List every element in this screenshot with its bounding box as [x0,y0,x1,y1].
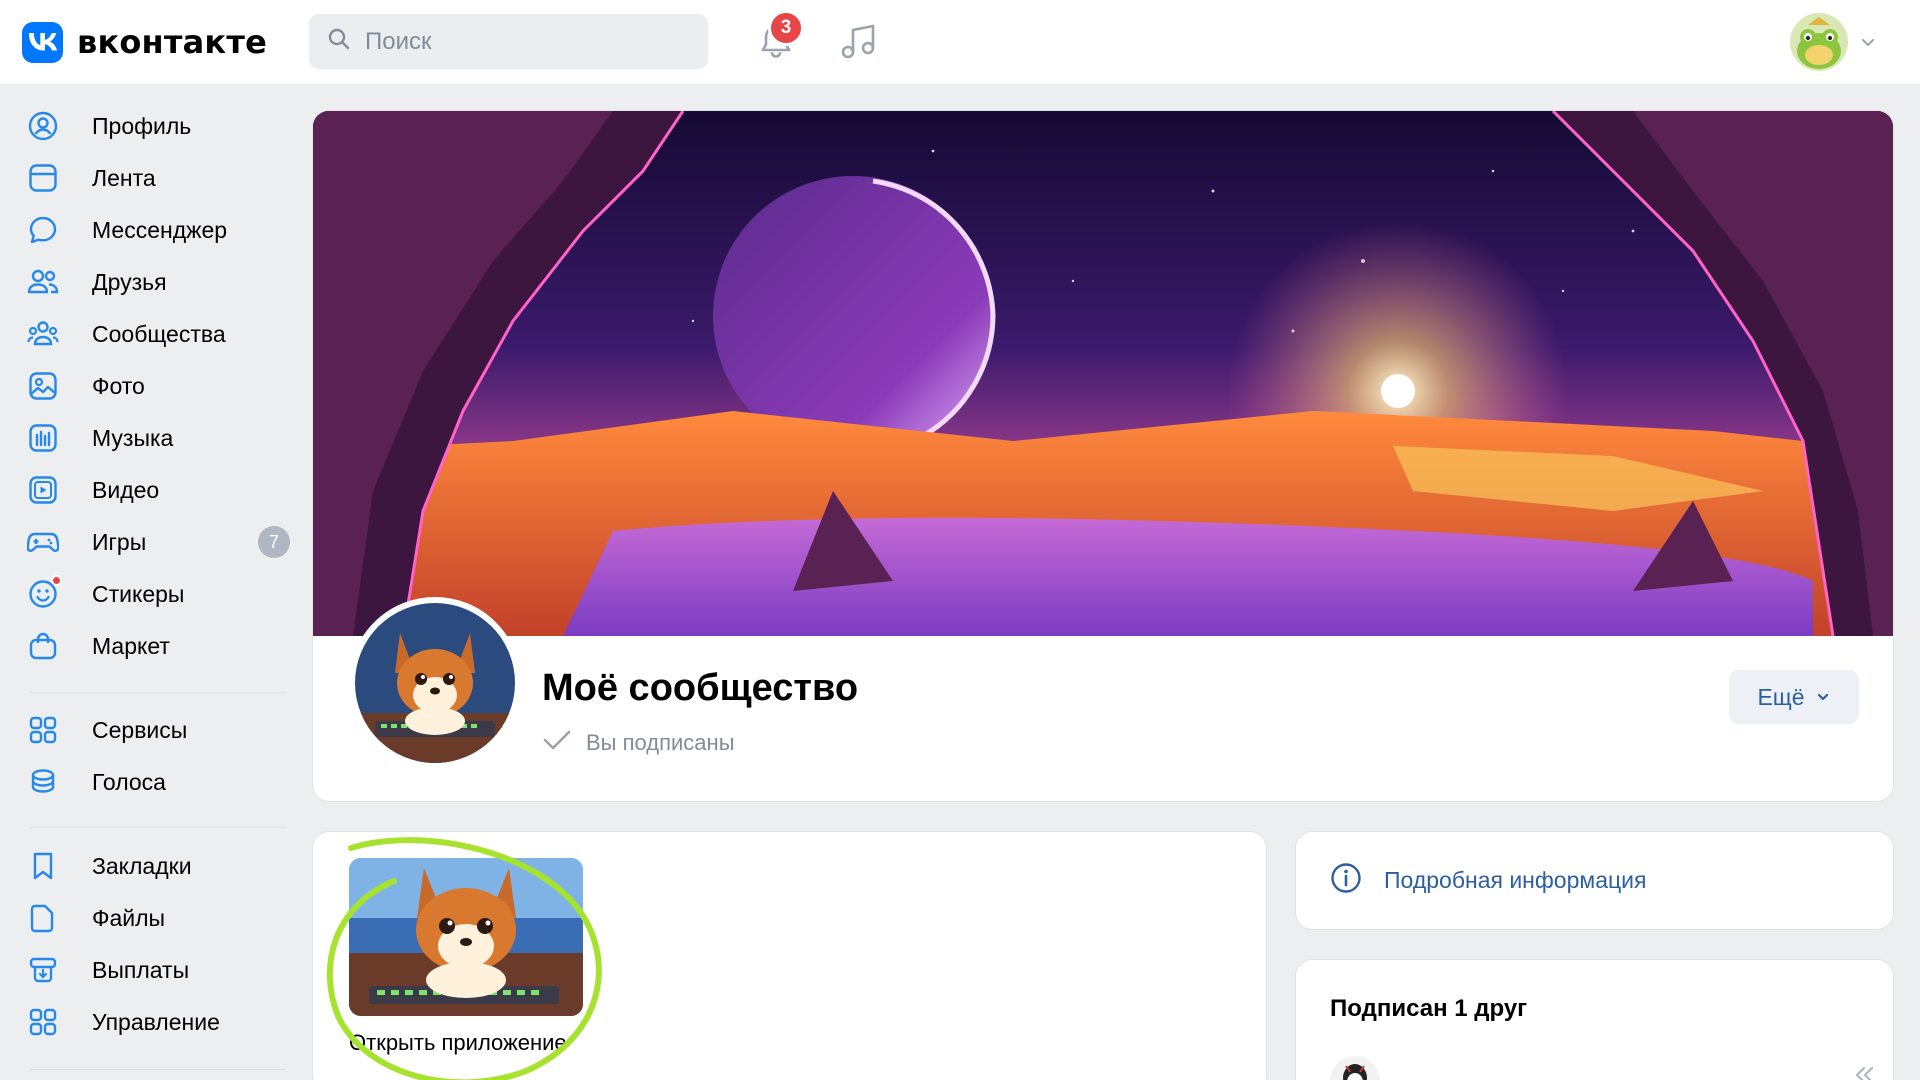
chevron-down-icon [1815,684,1831,711]
friends-icon [26,265,60,299]
checkmark-icon [542,729,572,757]
photo-icon [26,369,60,403]
logo-text: вконтакте [77,23,267,61]
sidebar-divider [30,827,286,828]
community-title: Моё сообщество [542,667,859,709]
info-icon [1330,862,1362,899]
sidebar-item-feed[interactable]: Лента [20,155,294,201]
sidebar-item-music[interactable]: Музыка [20,415,294,461]
sidebar-item-label: Мессенджер [92,216,228,243]
community-app-card: Открыть приложение [313,832,1266,1080]
vk-logo[interactable]: вконтакте [22,21,267,63]
sidebar-item-label: Выплаты [92,956,190,983]
sidebar-item-label: Сообщества [92,320,226,347]
chevron-down-icon[interactable] [1858,32,1878,52]
files-icon [26,901,60,935]
subscription-status-label: Вы подписаны [586,730,735,755]
sidebar-item-label: Музыка [92,424,174,451]
subscription-status[interactable]: Вы подписаны [542,729,735,757]
music-player-icon[interactable] [836,19,882,65]
sidebar-item-label: Закладки [92,852,192,879]
friend-avatar[interactable] [1330,1056,1380,1080]
search-icon [327,27,351,56]
feed-icon [26,161,60,195]
user-avatar[interactable] [1790,13,1848,71]
payouts-icon [26,953,60,987]
community-cover-image [313,111,1893,636]
community-avatar[interactable] [349,597,521,769]
top-bar: вконтакте 3 [0,0,1920,84]
video-icon [26,473,60,507]
sidebar-item-files[interactable]: Файлы [20,895,294,941]
games-count-badge: 7 [258,526,290,558]
sidebar-item-photo[interactable]: Фото [20,363,294,409]
sidebar-item-services[interactable]: Сервисы [20,707,294,753]
sidebar-item-label: Маркет [92,632,170,659]
sidebar-item-label: Друзья [92,268,167,295]
stickers-new-dot [51,575,62,586]
sidebar-item-label: Файлы [92,904,166,931]
sidebar-item-stickers[interactable]: Стикеры [20,571,294,617]
games-icon [26,525,60,559]
sidebar-item-label: Голоса [92,768,166,795]
bookmarks-icon [26,849,60,883]
sidebar-item-label: Профиль [92,112,192,139]
detailed-info-label: Подробная информация [1384,867,1647,893]
sidebar-item-friends[interactable]: Друзья [20,259,294,305]
sidebar-item-label: Управление [92,1008,220,1035]
votes-icon [26,765,60,799]
sidebar-item-label: Видео [92,476,160,503]
sidebar-item-market[interactable]: Маркет [20,623,294,669]
sidebar-item-games[interactable]: Игры 7 [20,519,294,565]
management-icon [26,1005,60,1039]
sidebar-divider [30,692,286,693]
market-icon [26,629,60,663]
sidebar-item-profile[interactable]: Профиль [20,103,294,149]
sidebar-item-payouts[interactable]: Выплаты [20,947,294,993]
music-icon [26,421,60,455]
sidebar-item-label: Игры [92,528,147,555]
more-button-label: Ещё [1757,683,1805,710]
double-chevron-left-icon[interactable] [1848,1060,1878,1080]
app-thumbnail[interactable] [349,858,583,1016]
services-icon [26,713,60,747]
sidebar-item-video[interactable]: Видео [20,467,294,513]
profile-icon [26,109,60,143]
sidebar-item-messenger[interactable]: Мессенджер [20,207,294,253]
subscribed-friends-card: Подписан 1 друг [1296,960,1893,1080]
sidebar-item-communities[interactable]: Сообщества [20,311,294,357]
sidebar-item-label: Фото [92,372,145,399]
more-button[interactable]: Ещё [1729,670,1859,724]
sidebar-item-bookmarks[interactable]: Закладки [20,843,294,889]
detailed-info-card[interactable]: Подробная информация [1296,832,1893,929]
community-header: Моё сообщество Вы подписаны Ещё [313,111,1893,801]
sidebar-item-label: Сервисы [92,716,188,743]
communities-icon [26,317,60,351]
search-input[interactable] [365,27,685,56]
search-box[interactable] [309,14,708,69]
messenger-icon [26,213,60,247]
notifications-badge: 3 [768,10,804,46]
subscribed-friends-title[interactable]: Подписан 1 друг [1330,995,1527,1023]
stickers-icon [26,575,62,611]
sidebar-item-management[interactable]: Управление [20,999,294,1045]
open-app-link[interactable]: Открыть приложение [349,1030,567,1056]
sidebar-item-votes[interactable]: Голоса [20,759,294,805]
sidebar-item-label: Стикеры [92,580,185,607]
sidebar-item-label: Лента [92,164,156,191]
sidebar-divider [30,1069,286,1070]
vk-logo-icon [22,21,63,63]
